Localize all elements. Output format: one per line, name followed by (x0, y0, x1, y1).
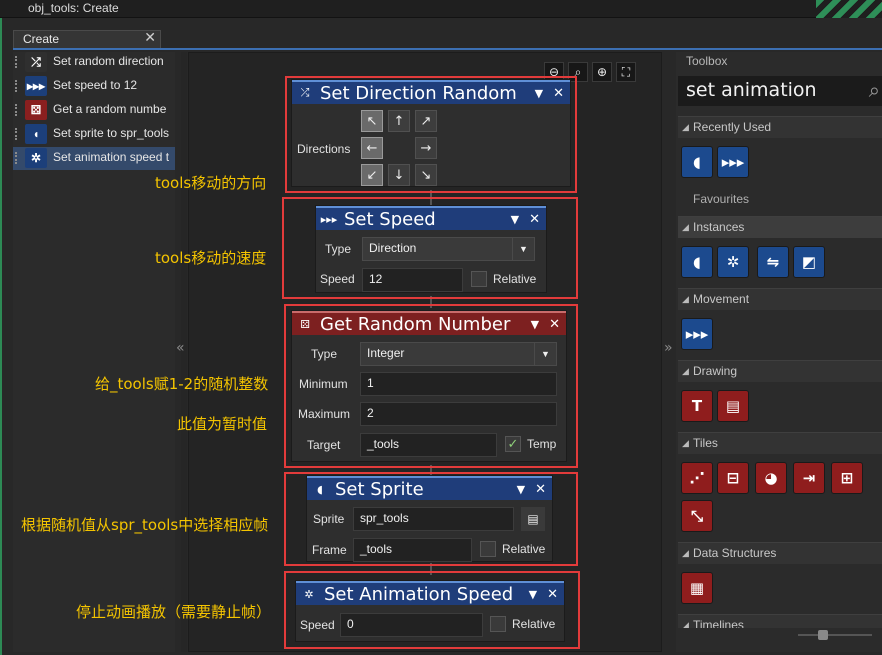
pacman-icon: ◖ (25, 124, 47, 144)
list-item[interactable]: ▸▸▸ Set speed to 12 (13, 75, 175, 98)
toolbox-title: Toolbox (686, 54, 728, 68)
title-bar: obj_tools: Create (0, 0, 882, 18)
triangle-down-icon: ◢ (682, 222, 689, 232)
highlight-box (284, 304, 578, 468)
section-favourites[interactable]: Favourites (693, 192, 749, 206)
section-recently-used[interactable]: ◢ Recently Used (678, 116, 882, 138)
triangle-down-icon: ◢ (682, 620, 689, 628)
section-movement[interactable]: ◢ Movement (678, 288, 882, 310)
toolbox-search-input[interactable]: set animation ⌕ (678, 76, 882, 106)
section-label: Timelines (693, 618, 744, 628)
section-instances[interactable]: ◢ Instances (678, 216, 882, 238)
document-icon[interactable]: ▤ (717, 390, 749, 422)
highlight-box (285, 76, 577, 193)
flip-icon[interactable]: ⇋ (757, 246, 789, 278)
tile-grid-icon[interactable]: ⊞ (831, 462, 863, 494)
tile-pie-icon[interactable]: ◕ (755, 462, 787, 494)
dice-icon: ⚄ (25, 100, 47, 120)
tab-label: Create (23, 32, 60, 46)
speed-icon[interactable]: ▸▸▸ (717, 146, 749, 178)
triangle-down-icon: ◢ (682, 294, 689, 304)
list-item[interactable]: ⚄ Get a random numbe (13, 99, 175, 122)
section-data-structures[interactable]: ◢ Data Structures (678, 542, 882, 564)
list-item-label: Set sprite to spr_tools (53, 126, 170, 140)
grid-table-icon[interactable]: ▦ (681, 572, 713, 604)
title-stripe-decoration (816, 0, 882, 18)
sprite-frame-icon[interactable]: ◩ (793, 246, 825, 278)
random-direction-icon: ⤮ (25, 52, 47, 72)
section-timelines[interactable]: ◢ Timelines (678, 614, 882, 628)
tile-layer-icon[interactable]: ⊟ (717, 462, 749, 494)
highlight-box (284, 472, 578, 566)
list-item[interactable]: ✲ Set animation speed t (13, 147, 175, 170)
chevron-left-icon[interactable]: « (176, 340, 185, 356)
triangle-down-icon: ◢ (682, 548, 689, 558)
annotation-text: 给_tools赋1-2的随机整数 (95, 375, 269, 393)
tile-move-icon[interactable]: ⇥ (793, 462, 825, 494)
list-item-label: Set speed to 12 (53, 78, 138, 92)
tile-scatter-icon[interactable]: ⋰ (681, 462, 713, 494)
triangle-down-icon: ◢ (682, 122, 689, 132)
drag-handle[interactable] (15, 152, 19, 164)
zoom-slider[interactable] (790, 628, 876, 642)
annotation-text: 停止动画播放（需要静止帧） (76, 603, 272, 621)
window-title: obj_tools: Create (28, 1, 119, 15)
section-label: Drawing (693, 364, 738, 378)
drag-handle[interactable] (15, 104, 19, 116)
chevron-right-icon[interactable]: » (664, 340, 673, 356)
highlight-box (284, 571, 580, 649)
pacman-icon[interactable]: ◖ (681, 146, 713, 178)
drag-handle[interactable] (15, 56, 19, 68)
tile-link-icon[interactable]: ⤡ (681, 500, 713, 532)
list-item-label: Get a random numbe (53, 102, 167, 116)
section-label: Tiles (693, 436, 718, 450)
text-icon[interactable]: T (681, 390, 713, 422)
fit-view-icon[interactable]: ⛶ (616, 62, 636, 82)
speed-icon: ▸▸▸ (25, 76, 47, 96)
drag-handle[interactable] (15, 80, 19, 92)
list-item-label: Set random direction (53, 54, 164, 68)
slider-track (798, 634, 872, 636)
list-item[interactable]: ◖ Set sprite to spr_tools (13, 123, 175, 146)
slider-thumb[interactable] (818, 630, 828, 640)
pacman-icon[interactable]: ◖ (681, 246, 713, 278)
section-label: Movement (693, 292, 750, 306)
annotation-text: 根据随机值从spr_tools中选择相应帧 (21, 516, 269, 534)
section-drawing[interactable]: ◢ Drawing (678, 360, 882, 382)
close-icon[interactable]: ✕ (144, 30, 156, 46)
zoom-in-icon[interactable]: ⊕ (592, 62, 612, 82)
annotation-text: 此值为暂时值 (177, 415, 268, 433)
highlight-box (282, 197, 578, 299)
running-figure-icon: ✲ (25, 148, 47, 168)
tab-create[interactable]: Create ✕ (13, 30, 161, 49)
speed-icon[interactable]: ▸▸▸ (681, 318, 713, 350)
section-tiles[interactable]: ◢ Tiles (678, 432, 882, 454)
triangle-down-icon: ◢ (682, 366, 689, 376)
search-query: set animation (686, 79, 817, 101)
section-label: Recently Used (693, 120, 772, 134)
annotation-text: tools移动的方向 (155, 174, 267, 192)
section-label: Data Structures (693, 546, 777, 560)
drag-handle[interactable] (15, 128, 19, 140)
running-figure-icon[interactable]: ✲ (717, 246, 749, 278)
section-label: Instances (693, 220, 745, 234)
list-item[interactable]: ⤮ Set random direction (13, 51, 175, 74)
tab-underline (13, 48, 882, 50)
search-icon[interactable]: ⌕ (869, 78, 880, 102)
list-item-label: Set animation speed t (53, 150, 170, 164)
triangle-down-icon: ◢ (682, 438, 689, 448)
annotation-text: tools移动的速度 (155, 249, 267, 267)
